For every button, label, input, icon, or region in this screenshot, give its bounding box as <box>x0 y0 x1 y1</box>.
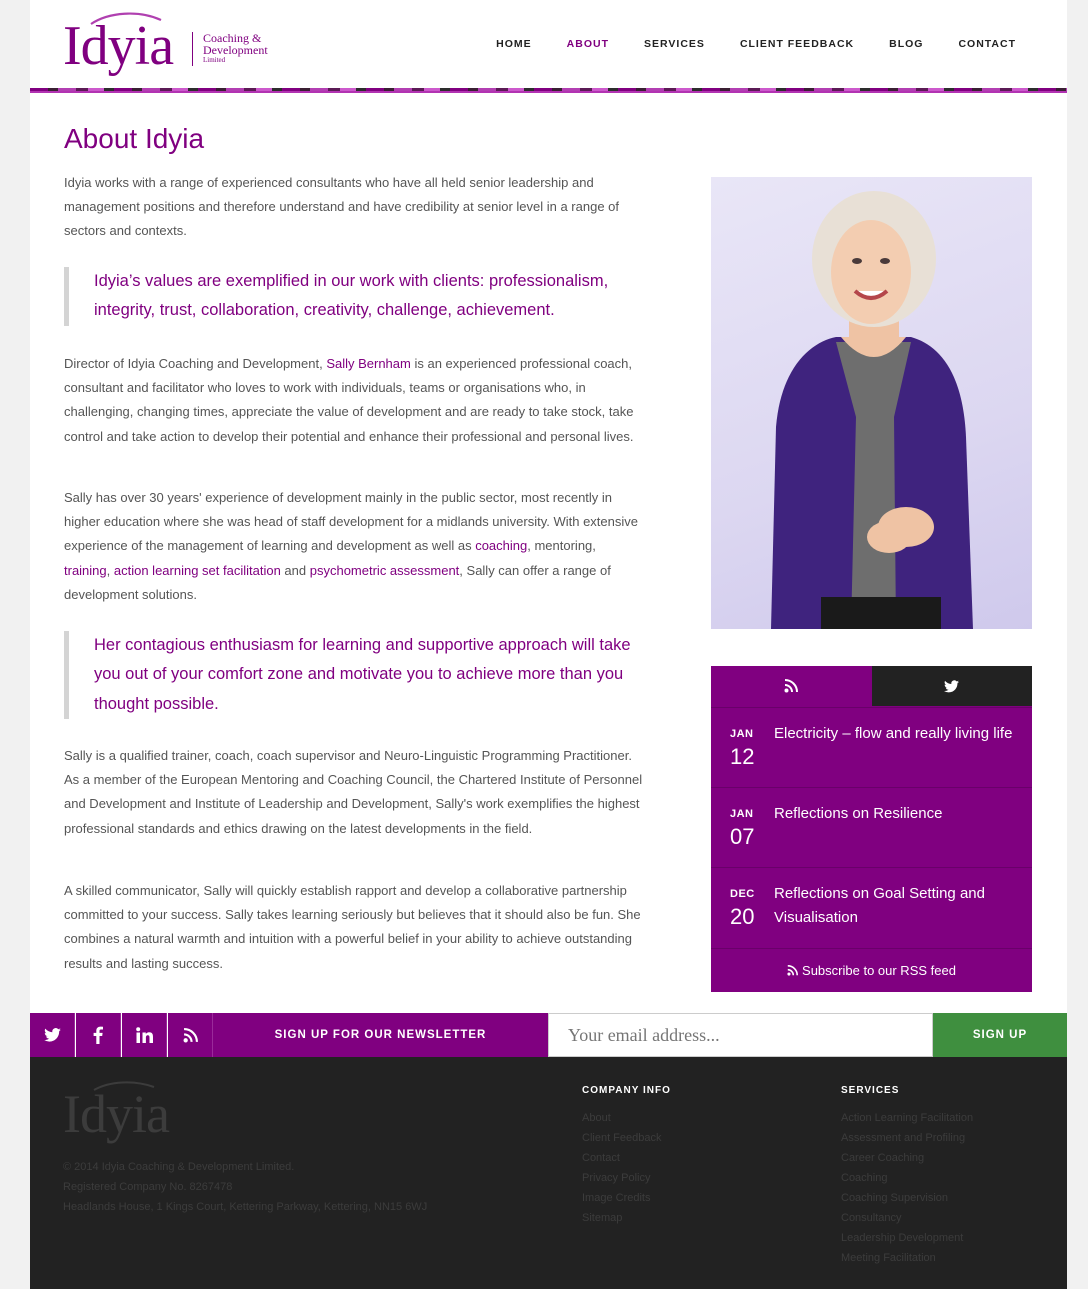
main-nav: HOME ABOUT SERVICES CLIENT FEEDBACK BLOG… <box>461 38 1016 50</box>
sally-bernham-link[interactable]: Sally Bernham <box>326 356 411 371</box>
site-logo[interactable]: Idyia Coaching & Development Limited <box>63 10 293 80</box>
training-link[interactable]: training <box>64 563 107 578</box>
subscribe-label: Subscribe to our RSS feed <box>802 963 956 978</box>
experience-text-b: , mentoring, <box>527 538 596 554</box>
rss-icon <box>784 679 799 693</box>
newsletter-signup-button[interactable]: SIGN UP <box>933 1013 1067 1057</box>
post-month: JAN <box>730 728 754 740</box>
twitter-icon <box>43 1028 61 1042</box>
nav-services[interactable]: SERVICES <box>644 38 705 50</box>
footer-link-contact[interactable]: Contact <box>582 1148 671 1168</box>
tab-rss[interactable] <box>711 666 872 706</box>
footer-services-heading: SERVICES <box>841 1085 900 1096</box>
logo-tagline-line3: Limited <box>203 56 226 64</box>
footer-link-about[interactable]: About <box>582 1108 671 1128</box>
widget-tabs <box>711 666 1032 706</box>
director-text-before: Director of Idyia Coaching and Developme… <box>64 356 327 371</box>
intro-paragraph: Idyia works with a range of experienced … <box>64 175 620 239</box>
experience-text-d: and <box>280 562 310 578</box>
social-twitter-button[interactable] <box>30 1013 75 1057</box>
footer-copyright: © 2014 Idyia Coaching & Development Limi… <box>63 1161 295 1173</box>
values-quote: Idyia’s values are exemplified in our wo… <box>64 267 644 326</box>
rss-icon <box>787 965 799 976</box>
footer-link-image-credits[interactable]: Image Credits <box>582 1188 671 1208</box>
logo-wordmark: Idyia <box>63 15 174 77</box>
footer-link-sitemap[interactable]: Sitemap <box>582 1208 671 1228</box>
newsletter-label: SIGN UP FOR OUR NEWSLETTER <box>213 1013 548 1057</box>
page: Idyia Coaching & Development Limited HOM… <box>30 0 1067 1289</box>
footer-link-leadership-development[interactable]: Leadership Development <box>841 1228 973 1248</box>
facebook-icon <box>93 1026 103 1044</box>
blog-post-item[interactable]: DEC 20 Reflections on Goal Setting and V… <box>711 867 1032 947</box>
page-title: About Idyia <box>64 123 205 154</box>
footer-link-coaching[interactable]: Coaching <box>841 1168 973 1188</box>
social-linkedin-button[interactable] <box>122 1013 167 1057</box>
newsletter-bar: SIGN UP FOR OUR NEWSLETTER SIGN UP <box>30 1013 1067 1057</box>
footer-company-info-heading: COMPANY INFO <box>582 1085 671 1096</box>
tab-twitter[interactable] <box>871 666 1032 706</box>
footer-company-info: COMPANY INFO About Client Feedback Conta… <box>582 1085 671 1228</box>
footer-link-action-learning[interactable]: Action Learning Facilitation <box>841 1108 973 1128</box>
footer-services: SERVICES Action Learning Facilitation As… <box>841 1085 973 1268</box>
nav-blog[interactable]: BLOG <box>889 38 923 50</box>
post-title[interactable]: Reflections on Resilience <box>774 802 1014 826</box>
enthusiasm-quote: Her contagious enthusiasm for learning a… <box>64 631 644 720</box>
post-title[interactable]: Reflections on Goal Setting and Visualis… <box>774 882 1014 930</box>
director-paragraph: Director of Idyia Coaching and Developme… <box>64 352 644 449</box>
logo-tagline: Coaching & Development Limited <box>203 32 268 65</box>
site-footer: Idyia © 2014 Idyia Coaching & Developmen… <box>30 1057 1067 1289</box>
footer-link-client-feedback[interactable]: Client Feedback <box>582 1128 671 1148</box>
action-learning-link[interactable]: action learning set facilitation <box>114 563 281 578</box>
nav-client-feedback[interactable]: CLIENT FEEDBACK <box>740 38 854 50</box>
nav-contact[interactable]: CONTACT <box>958 38 1016 50</box>
post-title[interactable]: Electricity – flow and really living lif… <box>774 722 1014 746</box>
footer-logo[interactable]: Idyia <box>63 1083 170 1145</box>
communicator-paragraph: A skilled communicator, Sally will quick… <box>64 883 641 971</box>
footer-company-number: Registered Company No. 8267478 <box>63 1181 233 1193</box>
post-day: 20 <box>730 904 755 929</box>
logo-divider <box>192 32 193 66</box>
blog-post-item[interactable]: JAN 07 Reflections on Resilience <box>711 787 1032 867</box>
social-facebook-button[interactable] <box>76 1013 121 1057</box>
footer-link-consultancy[interactable]: Consultancy <box>841 1208 973 1228</box>
footer-link-coaching-supervision[interactable]: Coaching Supervision <box>841 1188 973 1208</box>
site-header: Idyia Coaching & Development Limited HOM… <box>30 0 1067 93</box>
footer-link-assessment[interactable]: Assessment and Profiling <box>841 1128 973 1148</box>
qualifications-paragraph: Sally is a qualified trainer, coach, coa… <box>64 748 643 836</box>
footer-link-privacy-policy[interactable]: Privacy Policy <box>582 1168 671 1188</box>
social-rss-button[interactable] <box>168 1013 213 1057</box>
coaching-link[interactable]: coaching <box>475 538 527 553</box>
twitter-icon <box>944 679 960 692</box>
linkedin-icon <box>135 1027 153 1043</box>
footer-copyright-block: © 2014 Idyia Coaching & Development Limi… <box>63 1157 427 1217</box>
experience-paragraph: Sally has over 30 years' experience of d… <box>64 486 644 607</box>
footer-link-meeting-facilitation[interactable]: Meeting Facilitation <box>841 1248 973 1268</box>
footer-address: Headlands House, 1 Kings Court, Ketterin… <box>63 1201 428 1213</box>
blog-widget: JAN 12 Electricity – flow and really liv… <box>711 666 1032 992</box>
blog-post-item[interactable]: JAN 12 Electricity – flow and really liv… <box>711 707 1032 787</box>
portrait-illustration <box>771 191 973 629</box>
post-month: DEC <box>730 888 755 900</box>
header-stripe-line <box>30 91 1067 93</box>
rss-icon <box>183 1027 198 1042</box>
footer-link-career-coaching[interactable]: Career Coaching <box>841 1148 973 1168</box>
psychometric-link[interactable]: psychometric assessment <box>310 563 460 578</box>
post-day: 07 <box>730 824 755 849</box>
newsletter-email-input[interactable] <box>548 1013 933 1057</box>
logo-tagline-line2: Development <box>203 43 268 57</box>
nav-home[interactable]: HOME <box>496 38 532 50</box>
portrait-photo <box>711 177 1032 629</box>
post-month: JAN <box>730 808 754 820</box>
post-day: 12 <box>730 744 755 769</box>
experience-text-c: , <box>106 562 114 578</box>
rss-subscribe-link[interactable]: Subscribe to our RSS feed <box>711 948 1032 992</box>
nav-about[interactable]: ABOUT <box>567 38 609 50</box>
